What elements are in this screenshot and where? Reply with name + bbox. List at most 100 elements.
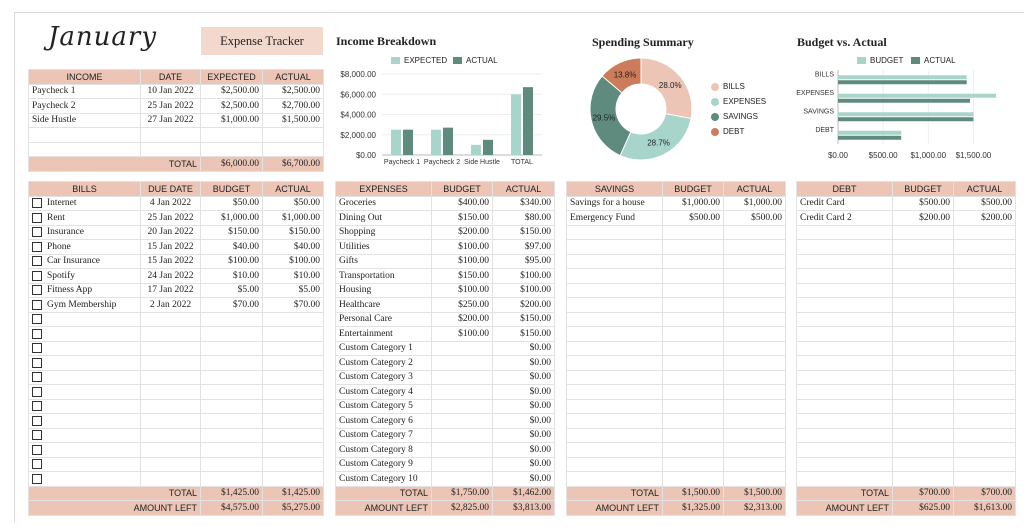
table-cell[interactable]: $250.00 [431,297,493,313]
table-cell[interactable] [28,442,141,458]
table-cell[interactable]: Credit Card [796,195,893,211]
table-cell[interactable]: $0.00 [492,369,555,385]
table-cell[interactable] [953,369,1016,385]
table-cell[interactable] [662,369,724,385]
table-cell[interactable]: 4 Jan 2022 [140,195,201,211]
table-cell[interactable]: Insurance [28,224,141,240]
table-cell[interactable] [892,326,954,342]
table-cell[interactable] [566,297,663,313]
table-cell[interactable]: Personal Care [335,311,432,327]
table-cell[interactable] [200,127,263,143]
table-cell[interactable] [200,311,263,327]
table-cell[interactable] [723,384,786,400]
paid-checkbox[interactable] [32,299,42,310]
table-cell[interactable]: $70.00 [262,297,324,313]
table-cell[interactable] [200,384,263,400]
table-cell[interactable]: 15 Jan 2022 [140,253,201,269]
table-cell[interactable] [953,326,1016,342]
table-cell[interactable]: $1,500.00 [262,112,324,128]
table-cell[interactable] [566,253,663,269]
table-cell[interactable]: $1,000.00 [662,195,724,211]
table-cell[interactable] [796,442,893,458]
table-cell[interactable]: $1,000.00 [723,195,786,211]
table-cell[interactable] [953,311,1016,327]
table-cell[interactable] [892,282,954,298]
table-cell[interactable]: $500.00 [723,210,786,226]
table-cell[interactable] [892,398,954,414]
table-cell[interactable] [28,456,141,472]
table-cell[interactable] [796,355,893,371]
table-cell[interactable]: $2,500.00 [262,83,324,99]
table-cell[interactable] [566,355,663,371]
table-cell[interactable] [953,398,1016,414]
table-cell[interactable] [662,442,724,458]
paid-checkbox[interactable] [32,430,42,441]
table-cell[interactable] [262,127,324,143]
table-cell[interactable] [262,355,324,371]
paid-checkbox[interactable] [32,401,42,412]
table-cell[interactable]: Custom Category 1 [335,340,432,356]
table-cell[interactable] [892,224,954,240]
table-cell[interactable] [28,413,141,429]
table-cell[interactable]: $150.00 [200,224,263,240]
table-cell[interactable] [262,471,324,487]
table-cell[interactable] [28,355,141,371]
table-cell[interactable] [566,311,663,327]
table-cell[interactable]: $100.00 [200,253,263,269]
table-cell[interactable]: Side Hustle [28,112,141,128]
table-cell[interactable]: $100.00 [431,253,493,269]
table-cell[interactable] [953,456,1016,472]
table-cell[interactable] [953,355,1016,371]
table-cell[interactable] [796,253,893,269]
table-cell[interactable] [662,311,724,327]
table-cell[interactable] [200,141,263,157]
table-cell[interactable] [953,340,1016,356]
table-cell[interactable] [262,141,324,157]
table-cell[interactable] [140,442,201,458]
table-cell[interactable] [200,456,263,472]
table-cell[interactable] [140,384,201,400]
table-cell[interactable] [892,268,954,284]
table-cell[interactable] [662,268,724,284]
table-cell[interactable]: Paycheck 2 [28,98,141,114]
table-cell[interactable]: 20 Jan 2022 [140,224,201,240]
table-cell[interactable] [262,456,324,472]
table-cell[interactable]: $500.00 [662,210,724,226]
paid-checkbox[interactable] [32,473,42,484]
table-cell[interactable] [566,413,663,429]
paid-checkbox[interactable] [32,328,42,339]
table-cell[interactable] [796,471,893,487]
table-cell[interactable]: Healthcare [335,297,432,313]
table-cell[interactable]: $95.00 [492,253,555,269]
paid-checkbox[interactable] [32,444,42,455]
table-cell[interactable] [140,355,201,371]
table-cell[interactable] [200,442,263,458]
paid-checkbox[interactable] [32,415,42,426]
table-cell[interactable] [566,239,663,255]
table-cell[interactable] [662,398,724,414]
table-cell[interactable] [723,355,786,371]
table-cell[interactable] [892,442,954,458]
table-cell[interactable]: Emergency Fund [566,210,663,226]
table-cell[interactable] [723,471,786,487]
table-cell[interactable] [431,471,493,487]
expense-tracker-button[interactable]: Expense Tracker [201,27,323,55]
table-cell[interactable]: 27 Jan 2022 [140,112,201,128]
paid-checkbox[interactable] [32,270,42,281]
table-cell[interactable] [200,340,263,356]
table-cell[interactable] [953,413,1016,429]
table-cell[interactable]: $0.00 [492,471,555,487]
table-cell[interactable] [566,456,663,472]
table-cell[interactable] [723,398,786,414]
table-cell[interactable] [796,282,893,298]
table-cell[interactable] [200,398,263,414]
table-cell[interactable] [892,253,954,269]
table-cell[interactable] [662,326,724,342]
table-cell[interactable] [140,340,201,356]
table-cell[interactable] [796,427,893,443]
table-cell[interactable]: 25 Jan 2022 [140,98,201,114]
table-cell[interactable]: Fitness App [28,282,141,298]
table-cell[interactable] [796,268,893,284]
table-cell[interactable]: Car Insurance [28,253,141,269]
table-cell[interactable] [140,326,201,342]
